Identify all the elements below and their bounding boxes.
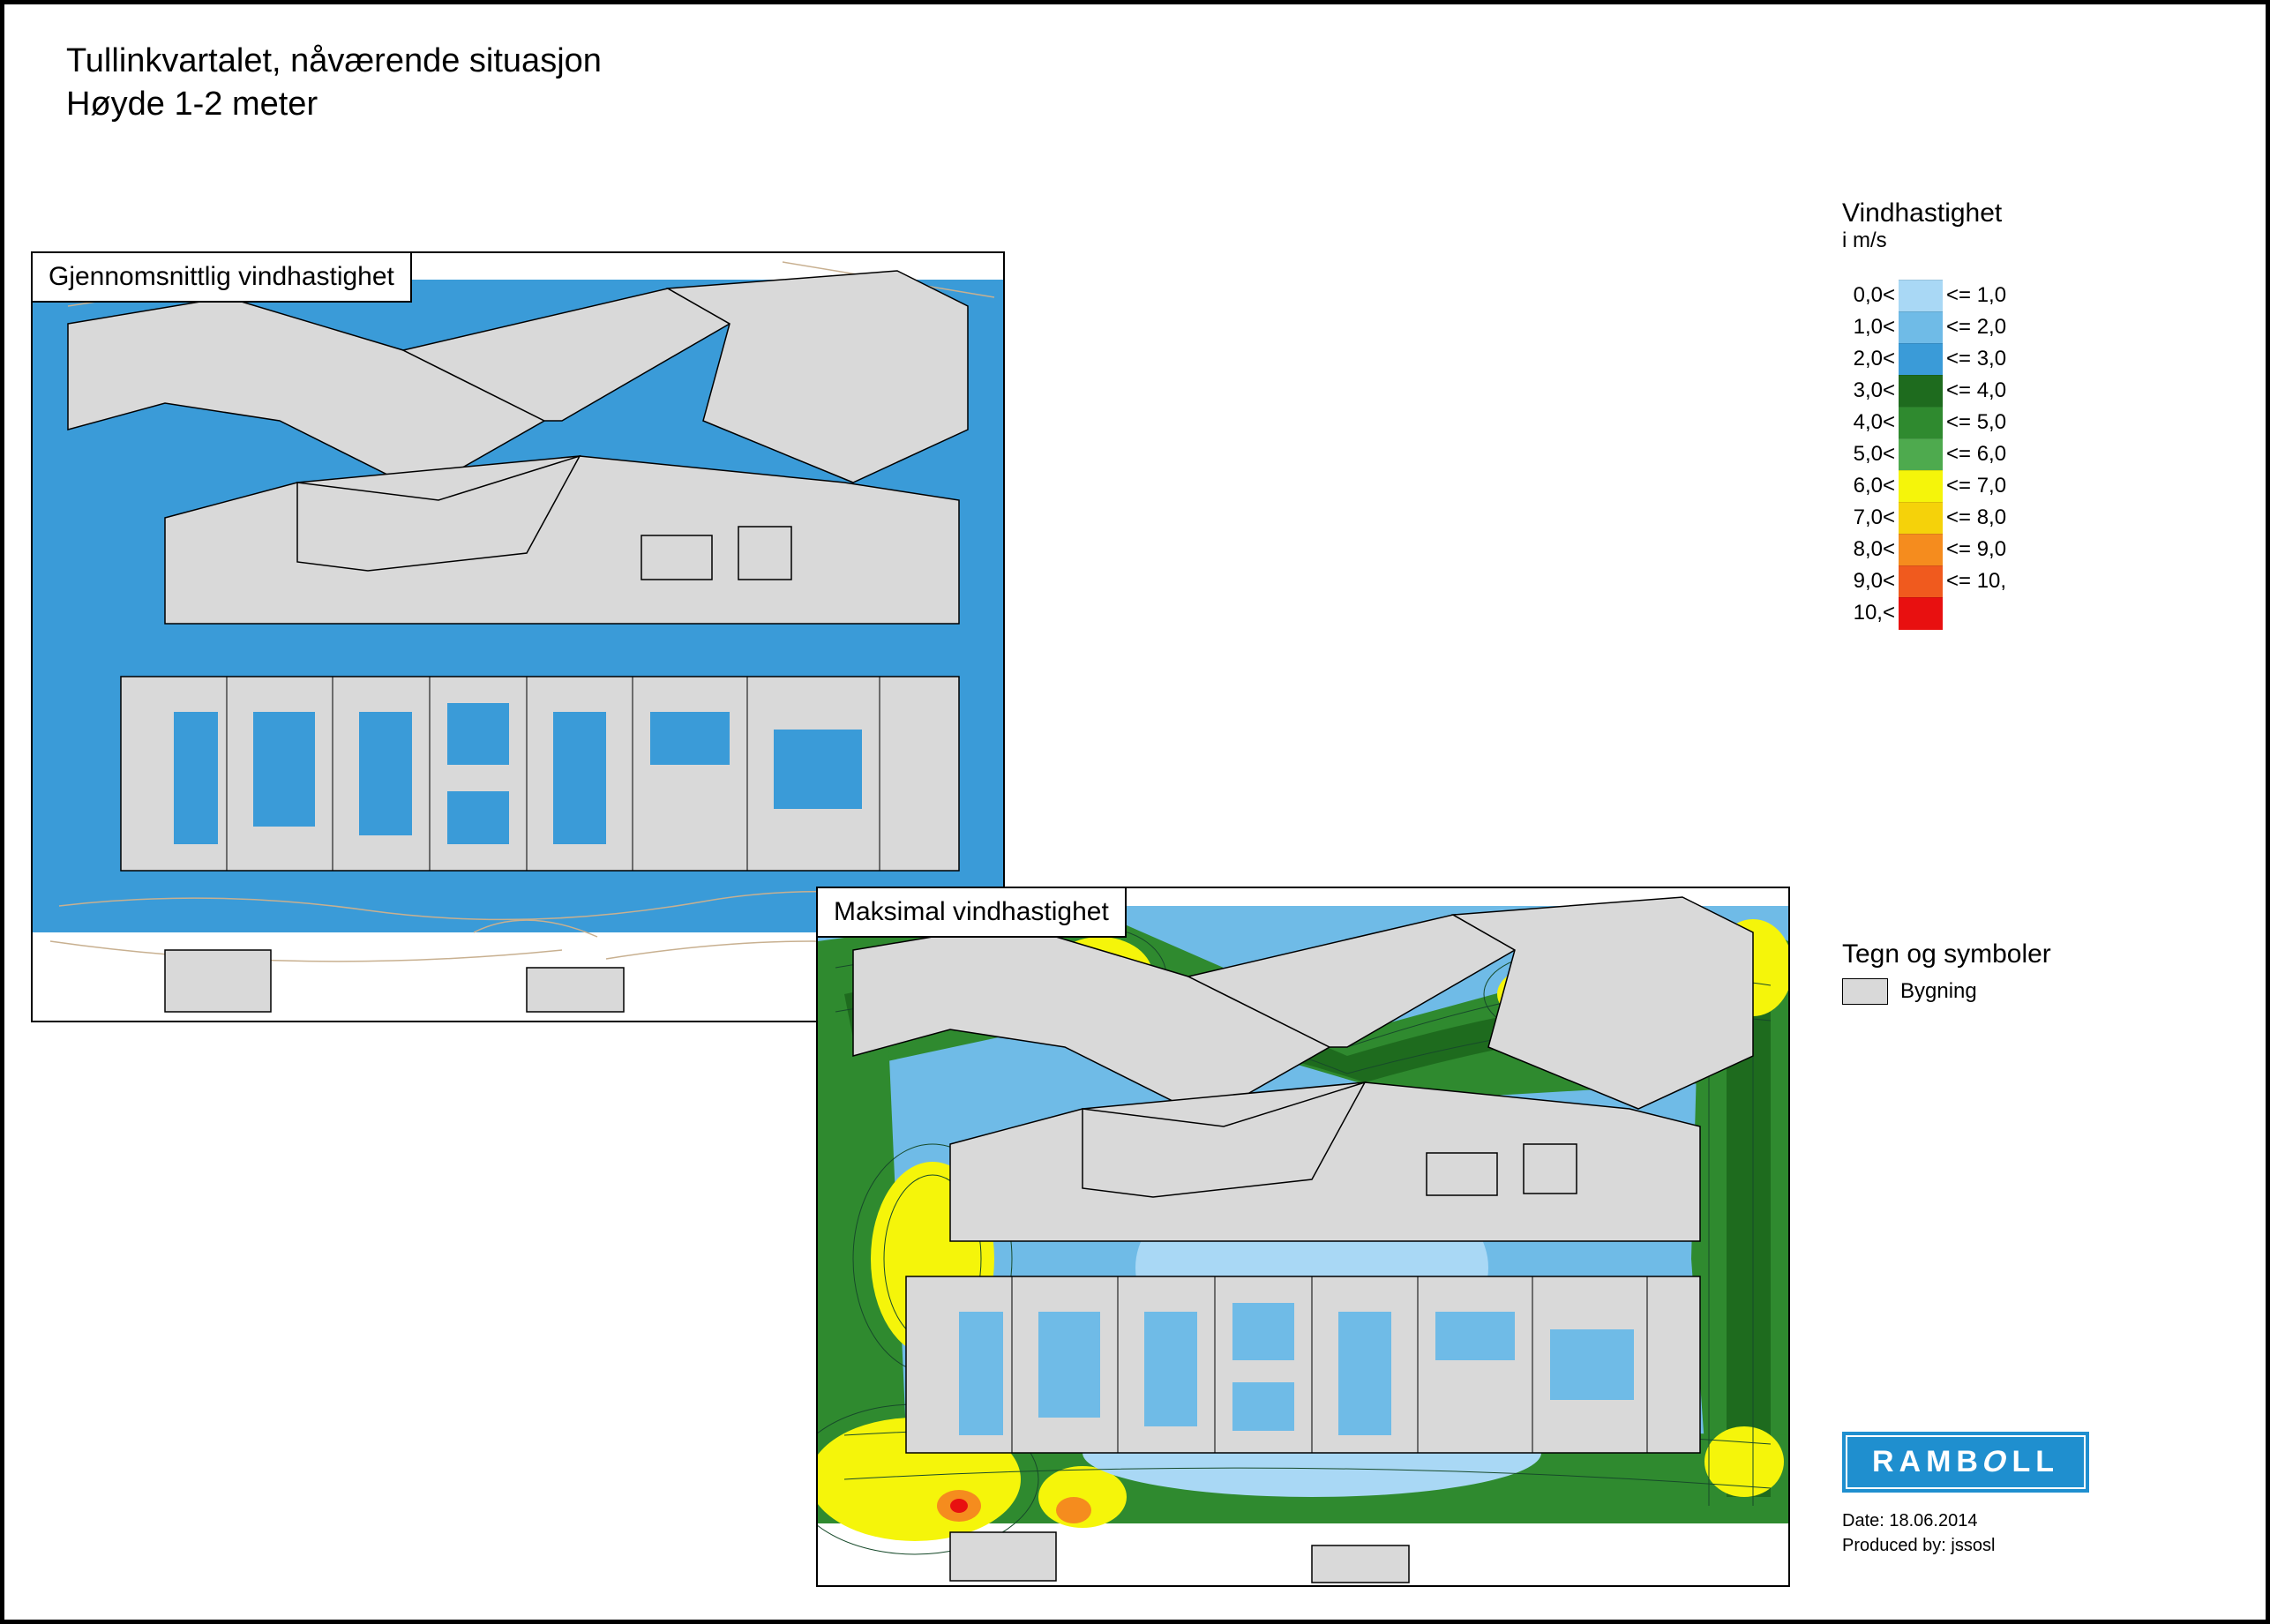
legend-low: 9,0< <box>1842 569 1895 594</box>
legend-low: 7,0< <box>1842 505 1895 530</box>
legend-high: <= 1,0 <box>1946 283 2006 308</box>
legend-low: 2,0< <box>1842 347 1895 371</box>
map-maximum-label: Maksimal vindhastighet <box>816 887 1127 938</box>
map-maximum-svg <box>818 888 1788 1585</box>
legend-high: <= 6,0 <box>1946 442 2006 467</box>
logo-block: RAMBOLL Date: 18.06.2014 Produced by: js… <box>1842 1432 2089 1558</box>
symbols: Tegn og symboler Bygning <box>1842 939 2089 1005</box>
legend-swatch <box>1899 375 1943 408</box>
legend-row: 5,0< <= 6,0 <box>1842 438 2089 470</box>
legend-high: <= 8,0 <box>1946 505 2006 530</box>
legend-swatch <box>1899 534 1943 566</box>
title-line1: Tullinkvartalet, nåværende situasjon <box>66 42 602 79</box>
legend-swatch <box>1899 565 1943 598</box>
symbols-title: Tegn og symboler <box>1842 939 2089 969</box>
symbol-swatch <box>1842 978 1888 1005</box>
map-maximum: Maksimal vindhastighet <box>816 887 1790 1587</box>
legend-high: <= 4,0 <box>1946 378 2006 403</box>
legend-swatch <box>1899 502 1943 535</box>
legend-unit: i m/s <box>1842 228 2089 253</box>
legend-high: <= 3,0 <box>1946 347 2006 371</box>
legend-row: 3,0< <= 4,0 <box>1842 375 2089 407</box>
legend-high: <= 10, <box>1946 569 2006 594</box>
map-average-label: Gjennomsnittlig vindhastighet <box>31 251 412 303</box>
legend-row: 4,0< <= 5,0 <box>1842 407 2089 438</box>
symbol-row: Bygning <box>1842 978 2089 1005</box>
legend-row: 6,0< <= 7,0 <box>1842 470 2089 502</box>
legend-low: 0,0< <box>1842 283 1895 308</box>
legend-low: 1,0< <box>1842 315 1895 340</box>
title-line2: Høyde 1-2 meter <box>66 83 602 126</box>
legend-low: 8,0< <box>1842 537 1895 562</box>
page-title: Tullinkvartalet, nåværende situasjon Høy… <box>66 40 602 127</box>
ramboll-logo: RAMBOLL <box>1842 1432 2089 1493</box>
legend-high: <= 7,0 <box>1946 474 2006 498</box>
legend-row: 1,0< <= 2,0 <box>1842 311 2089 343</box>
legend-high: <= 2,0 <box>1946 315 2006 340</box>
logo-text: RAMBOLL <box>1872 1445 2059 1478</box>
legend-row: 0,0< <= 1,0 <box>1842 280 2089 311</box>
legend-low: 3,0< <box>1842 378 1895 403</box>
legend-low: 4,0< <box>1842 410 1895 435</box>
legend-row: 2,0< <= 3,0 <box>1842 343 2089 375</box>
legend-swatch <box>1899 311 1943 344</box>
legend-row: 9,0< <= 10, <box>1842 565 2089 597</box>
legend-swatch <box>1899 470 1943 503</box>
legend-row: 8,0< <= 9,0 <box>1842 534 2089 565</box>
legend-swatch <box>1899 280 1943 312</box>
legend-swatch <box>1899 438 1943 471</box>
legend-low: 6,0< <box>1842 474 1895 498</box>
legend: Vindhastighet i m/s 0,0< <= 1,0 1,0< <= 2,0… <box>1842 198 2089 629</box>
legend-swatch <box>1899 343 1943 376</box>
legend-rows: 0,0< <= 1,0 1,0< <= 2,0 2,0< <= 3,0 3,0< <= 4,0… <box>1842 280 2089 629</box>
legend-swatch <box>1899 407 1943 439</box>
sheet: Tullinkvartalet, nåværende situasjon Høy… <box>0 0 2270 1624</box>
legend-row: 7,0< <= 8,0 <box>1842 502 2089 534</box>
legend-row: 10,< <box>1842 597 2089 629</box>
legend-title: Vindhastighet <box>1842 198 2089 228</box>
symbol-label: Bygning <box>1900 979 1977 1004</box>
legend-high: <= 5,0 <box>1946 410 2006 435</box>
legend-low: 10,< <box>1842 601 1895 625</box>
legend-high: <= 9,0 <box>1946 537 2006 562</box>
metadata: Date: 18.06.2014 Produced by: jssosl <box>1842 1508 2089 1558</box>
legend-swatch <box>1899 597 1943 630</box>
legend-low: 5,0< <box>1842 442 1895 467</box>
